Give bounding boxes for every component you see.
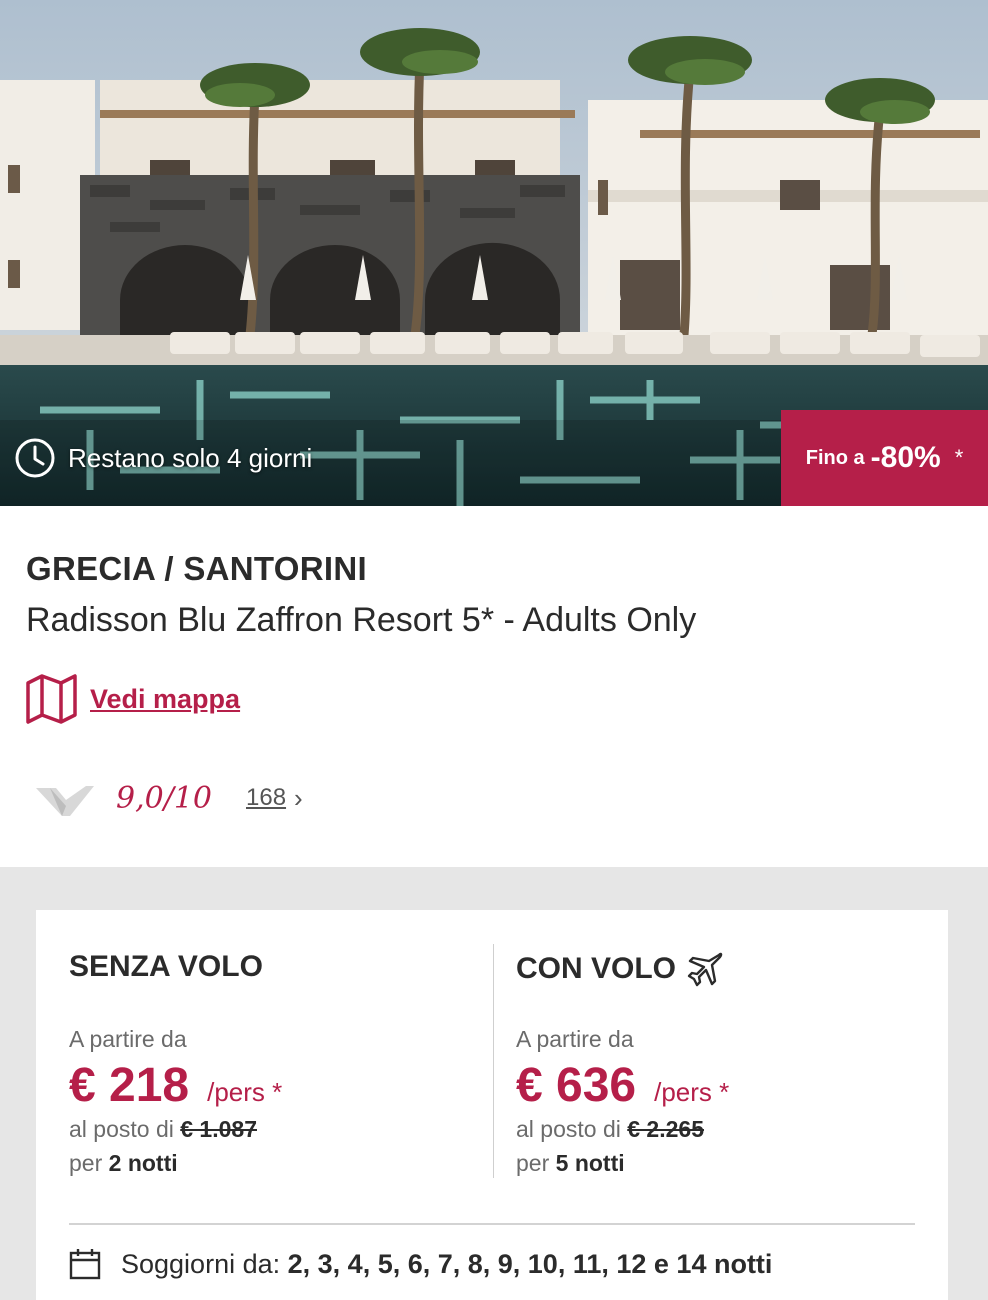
with-flight-title: CON VOLO — [516, 950, 724, 988]
from-label: A partire da — [69, 1026, 187, 1052]
nights-line: per 2 notti — [69, 1150, 178, 1177]
discount-value: -80% — [870, 441, 941, 474]
from-label: A partire da — [516, 1026, 634, 1052]
stays-label: Soggiorni da: — [121, 1248, 281, 1279]
discount-note: * — [954, 445, 964, 470]
plane-icon — [687, 952, 723, 987]
discount-badge: Fino a -80% * — [781, 410, 988, 506]
view-map-link[interactable]: Vedi mappa — [25, 673, 240, 725]
instead-label: al posto di — [69, 1116, 174, 1142]
hero-image[interactable]: Restano solo 4 giorni Fino a -80% * — [0, 0, 988, 506]
calendar-icon — [69, 1249, 101, 1280]
destination-title: GRECIA / SANTORINI — [26, 550, 367, 587]
price-block: € 218 /pers * — [69, 1058, 282, 1113]
price-amount: € 218 — [69, 1059, 190, 1112]
discount-prefix: Fino a — [805, 446, 865, 469]
without-flight-title: SENZA VOLO — [69, 950, 263, 983]
rating-row: 9,0/10 168 › — [36, 776, 303, 820]
stays-row: Soggiorni da: 2, 3, 4, 5, 6, 7, 8, 9, 10… — [69, 1248, 772, 1280]
old-price-line: al posto di € 1.087 — [69, 1116, 257, 1143]
nights-value: 2 notti — [108, 1150, 178, 1176]
rating-score: 9,0/10 — [116, 780, 212, 816]
price-block: € 636 /pers * — [516, 1058, 729, 1113]
old-price: € 2.265 — [627, 1116, 704, 1142]
per-label: per — [69, 1150, 103, 1176]
stays-values: 2, 3, 4, 5, 6, 7, 8, 9, 10, 11, 12 e 14 … — [287, 1248, 773, 1279]
map-icon — [26, 674, 77, 724]
old-price-line: al posto di € 2.265 — [516, 1116, 704, 1143]
chevron-right-icon[interactable]: › — [294, 783, 303, 814]
hotel-name[interactable]: Radisson Blu Zaffron Resort 5* - Adults … — [26, 601, 696, 640]
countdown-badge: Restano solo 4 giorni — [14, 436, 312, 480]
per-label: per — [516, 1150, 550, 1176]
price-amount: € 636 — [516, 1059, 637, 1112]
price-unit: /pers * — [207, 1077, 283, 1107]
nights-value: 5 notti — [555, 1150, 625, 1176]
pricing-card[interactable]: SENZA VOLO A partire da € 218 /pers * al… — [36, 910, 948, 1300]
nights-line: per 5 notti — [516, 1150, 625, 1177]
old-price: € 1.087 — [180, 1116, 257, 1142]
review-count-link[interactable]: 168 — [246, 784, 286, 812]
column-divider — [493, 944, 494, 1178]
countdown-text: Restano solo 4 giorni — [68, 442, 313, 473]
clock-icon — [15, 438, 55, 478]
price-unit: /pers * — [654, 1077, 730, 1107]
instead-label: al posto di — [516, 1116, 621, 1142]
section-divider — [69, 1223, 915, 1225]
view-map-label[interactable]: Vedi mappa — [90, 684, 240, 715]
rating-logo-icon — [36, 786, 94, 816]
